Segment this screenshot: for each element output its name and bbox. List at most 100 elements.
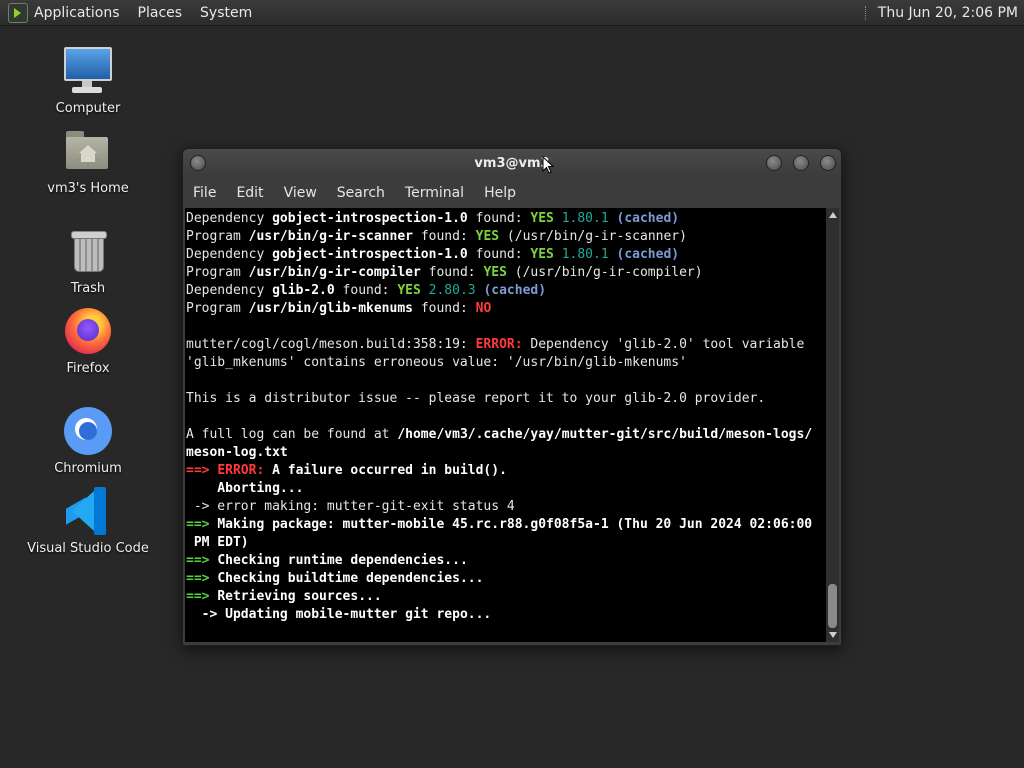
terminal-segment: /usr/bin/g-ir-compiler: [248, 265, 421, 280]
terminal-segment: Making package: mutter-mobile 45.rc.r88.…: [217, 517, 813, 532]
desktop-icon-label: Visual Studio Code: [27, 541, 149, 556]
terminal-line: meson-log.txt: [186, 444, 826, 462]
terminal-segment: /usr/bin/g-ir-scanner: [248, 229, 413, 244]
terminal-line: PM EDT): [186, 534, 826, 552]
desktop-icon-computer[interactable]: Computer: [20, 45, 156, 116]
minimize-icon[interactable]: [766, 155, 782, 171]
terminal-menubar: File Edit View Search Terminal Help: [183, 179, 841, 207]
desktop-icon-label: Chromium: [54, 461, 122, 476]
terminal-segment: ==>: [186, 589, 218, 604]
terminal-line: -> Updating mobile-mutter git repo...: [186, 606, 826, 624]
terminal-segment: Updating mobile-mutter git repo...: [225, 607, 492, 622]
terminal-segment: Program: [186, 301, 249, 316]
terminal-output[interactable]: Dependency gobject-introspection-1.0 fou…: [185, 208, 826, 642]
terminal-line: ==> ERROR: A failure occurred in build()…: [186, 462, 826, 480]
terminal-segment: [609, 247, 617, 262]
terminal-segment: A full log can be found at: [186, 427, 398, 442]
terminal-segment: This is a distributor issue -- please re…: [186, 391, 766, 406]
terminal-segment: found:: [420, 265, 484, 280]
menu-edit[interactable]: Edit: [226, 185, 273, 201]
close-icon[interactable]: [820, 155, 836, 171]
desktop-icon-trash[interactable]: Trash: [20, 225, 156, 296]
terminal-line: A full log can be found at /home/vm3/.ca…: [186, 426, 826, 444]
terminal-segment: YES: [475, 229, 500, 244]
terminal-segment: (/usr/bin/g-ir-compiler): [506, 265, 703, 280]
terminal-segment: ==>: [186, 553, 218, 568]
desktop-icon-vscode[interactable]: Visual Studio Code: [20, 485, 156, 556]
terminal-logo-icon[interactable]: [8, 2, 28, 23]
terminal-segment: 2.80.3: [428, 283, 476, 298]
terminal-scrollbar[interactable]: [826, 208, 839, 642]
maximize-icon[interactable]: [793, 155, 809, 171]
terminal-line: Program /usr/bin/g-ir-compiler found: YE…: [186, 264, 826, 282]
terminal-line: -> error making: mutter-git-exit status …: [186, 498, 826, 516]
terminal-window[interactable]: vm3@vm3 File Edit View Search Terminal H…: [182, 148, 842, 646]
terminal-segment: YES: [397, 283, 421, 298]
menu-search[interactable]: Search: [327, 185, 395, 201]
terminal-segment: ==>: [186, 571, 218, 586]
terminal-segment: Aborting...: [186, 481, 304, 496]
desktop-icon-home[interactable]: vm3's Home: [20, 125, 156, 196]
terminal-segment: ==>: [186, 517, 218, 532]
terminal-line: 'glib_mkenums' contains erroneous value:…: [186, 354, 826, 372]
terminal-segment: 1.80.1: [561, 247, 609, 262]
terminal-line: Dependency gobject-introspection-1.0 fou…: [186, 246, 826, 264]
terminal-line: This is a distributor issue -- please re…: [186, 390, 826, 408]
terminal-segment: found:: [413, 229, 476, 244]
terminal-line: mutter/cogl/cogl/meson.build:358:19: ERR…: [186, 336, 826, 354]
terminal-segment: (cached): [616, 247, 680, 262]
terminal-segment: (cached): [483, 283, 547, 298]
window-title: vm3@vm3: [474, 156, 550, 171]
terminal-segment: YES: [483, 265, 507, 280]
scrollbar-thumb[interactable]: [828, 584, 837, 628]
desktop-icon-label: Firefox: [66, 361, 110, 376]
terminal-line: Aborting...: [186, 480, 826, 498]
terminal-segment: Dependency: [186, 283, 273, 298]
terminal-line: Dependency glib-2.0 found: YES 2.80.3 (c…: [186, 282, 826, 300]
computer-icon: [62, 45, 114, 97]
terminal-line: ==> Checking buildtime dependencies...: [186, 570, 826, 588]
menu-terminal[interactable]: Terminal: [395, 185, 474, 201]
terminal-segment: (cached): [616, 211, 680, 226]
terminal-segment: [421, 283, 429, 298]
terminal-segment: 1.80.1: [561, 211, 609, 226]
scroll-up-icon[interactable]: [829, 212, 837, 218]
terminal-segment: mutter/cogl/cogl/meson.build:358:19:: [186, 337, 476, 352]
terminal-segment: found:: [467, 247, 531, 262]
terminal-segment: Dependency: [186, 211, 273, 226]
home-folder-icon: [62, 125, 114, 177]
menu-file[interactable]: File: [183, 185, 226, 201]
firefox-icon: [62, 305, 114, 357]
system-menu[interactable]: System: [200, 5, 252, 21]
terminal-segment: PM EDT): [186, 535, 249, 550]
vscode-icon: [62, 485, 114, 537]
menu-help[interactable]: Help: [474, 185, 526, 201]
terminal-segment: gobject-introspection-1.0: [272, 247, 468, 262]
terminal-line: Dependency gobject-introspection-1.0 fou…: [186, 210, 826, 228]
scroll-down-icon[interactable]: [829, 632, 837, 638]
terminal-segment: Retrieving sources...: [217, 589, 382, 604]
clock[interactable]: Thu Jun 20, 2:06 PM: [878, 5, 1018, 21]
menu-view[interactable]: View: [274, 185, 327, 201]
terminal-line: Program /usr/bin/g-ir-scanner found: YES…: [186, 228, 826, 246]
terminal-segment: YES: [530, 211, 554, 226]
terminal-segment: meson-log.txt: [186, 445, 288, 460]
top-panel: Applications Places System Thu Jun 20, 2…: [0, 0, 1024, 26]
terminal-segment: 'glib_mkenums' contains erroneous value:…: [186, 355, 687, 370]
window-titlebar[interactable]: vm3@vm3: [183, 149, 841, 179]
panel-separator: [864, 5, 868, 20]
terminal-line: ==> Making package: mutter-mobile 45.rc.…: [186, 516, 826, 534]
terminal-segment: ->: [186, 607, 226, 622]
terminal-segment: -> error making: mutter-git-exit status …: [186, 499, 515, 514]
terminal-segment: [554, 211, 562, 226]
applications-menu[interactable]: Applications: [34, 5, 120, 21]
terminal-segment: ERROR:: [475, 337, 523, 352]
terminal-segment: found:: [467, 211, 531, 226]
terminal-line: ==> Checking runtime dependencies...: [186, 552, 826, 570]
terminal-line: Program /usr/bin/glib-mkenums found: NO: [186, 300, 826, 318]
desktop-icon-chromium[interactable]: Chromium: [20, 405, 156, 476]
desktop-icon-firefox[interactable]: Firefox: [20, 305, 156, 376]
places-menu[interactable]: Places: [138, 5, 183, 21]
terminal-segment: Program: [186, 229, 249, 244]
